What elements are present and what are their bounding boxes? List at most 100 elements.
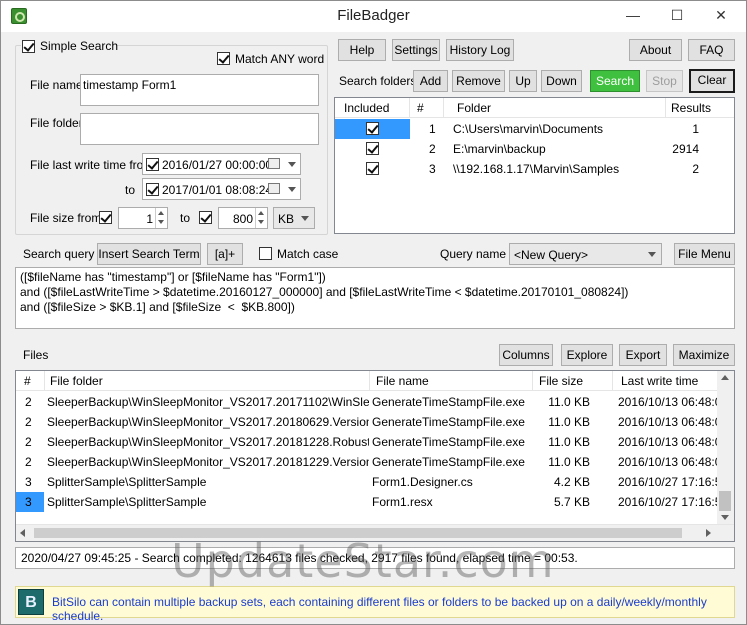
- scroll-right-icon[interactable]: [706, 529, 711, 537]
- included-cell[interactable]: [335, 119, 410, 139]
- file-folder: SleeperBackup\WinSleepMonitor_VS2017.201…: [47, 415, 369, 429]
- write-time-to-checkbox[interactable]: [146, 183, 159, 196]
- about-button[interactable]: About: [629, 39, 682, 61]
- regex-button[interactable]: [a]+: [207, 243, 243, 265]
- file-name-input[interactable]: timestamp Form1: [80, 74, 319, 106]
- files-label: Files: [23, 348, 49, 362]
- remove-folder-button[interactable]: Remove: [452, 70, 505, 92]
- folders-grid-header: Included # Folder Results: [335, 98, 734, 118]
- column-separator: [44, 371, 45, 391]
- column-header[interactable]: #: [417, 101, 424, 115]
- size-from-value: 1: [146, 212, 153, 226]
- file-number-cell[interactable]: 3: [16, 492, 44, 512]
- file-number-cell[interactable]: 2: [16, 412, 44, 432]
- file-number-cell[interactable]: 2: [16, 392, 44, 412]
- faq-button[interactable]: FAQ: [688, 39, 735, 61]
- clear-button[interactable]: Clear: [689, 69, 735, 93]
- write-time-from-checkbox[interactable]: [146, 158, 159, 171]
- included-checkbox[interactable]: [366, 162, 379, 175]
- column-header[interactable]: Included: [344, 101, 389, 115]
- file-row[interactable]: 3 SplitterSample\SplitterSample Form1.resx…: [16, 492, 718, 512]
- calendar-icon: [268, 183, 280, 194]
- file-row[interactable]: 3 SplitterSample\SplitterSample Form1.Desi…: [16, 472, 718, 492]
- chevron-down-icon: [301, 216, 309, 221]
- column-header[interactable]: File folder: [50, 374, 103, 388]
- size-to-input[interactable]: 800: [218, 207, 268, 229]
- file-number-cell[interactable]: 2: [16, 432, 44, 452]
- vertical-scrollbar[interactable]: [717, 371, 734, 524]
- minimize-button[interactable]: —: [611, 1, 655, 31]
- file-row[interactable]: 2 SleeperBackup\WinSleepMonitor_VS2017.20…: [16, 392, 718, 412]
- scroll-up-icon[interactable]: [721, 375, 729, 380]
- write-time-from-picker[interactable]: 2016/01/27 00:00:00: [142, 153, 301, 175]
- help-button[interactable]: Help: [338, 39, 386, 61]
- query-name-select[interactable]: <New Query>: [509, 243, 662, 265]
- size-label: File size from: [30, 211, 102, 225]
- file-number: 2: [25, 455, 32, 469]
- write-time-to-value: 2017/01/01 08:08:24: [162, 183, 273, 197]
- search-button[interactable]: Search: [590, 70, 640, 92]
- scroll-thumb[interactable]: [719, 491, 731, 511]
- file-name: Form1.resx: [372, 495, 433, 509]
- file-name: GenerateTimeStampFile.exe: [372, 455, 525, 469]
- export-button[interactable]: Export: [619, 344, 667, 366]
- close-button[interactable]: ✕: [699, 1, 743, 31]
- columns-button[interactable]: Columns: [499, 344, 553, 366]
- spinner-icon[interactable]: [255, 208, 267, 228]
- tip-text[interactable]: BitSilo can contain multiple backup sets…: [52, 595, 734, 623]
- column-header[interactable]: File size: [539, 374, 583, 388]
- match-case-checkbox[interactable]: [259, 247, 272, 260]
- insert-search-term-button[interactable]: Insert Search Term: [97, 243, 201, 265]
- column-header[interactable]: Last write time: [621, 374, 698, 388]
- history-log-button[interactable]: History Log: [446, 39, 514, 61]
- included-checkbox[interactable]: [366, 142, 379, 155]
- tip-banner[interactable]: B BitSilo can contain multiple backup se…: [15, 586, 735, 623]
- file-folder-input[interactable]: [80, 113, 319, 145]
- spinner-icon[interactable]: [155, 208, 167, 228]
- scroll-left-icon[interactable]: [20, 529, 25, 537]
- calendar-icon: [268, 158, 280, 169]
- folder-row[interactable]: 1 C:\Users\marvin\Documents 1: [335, 119, 734, 139]
- main-window: FileBadger — ☐ ✕ Simple Search Match ANY…: [0, 0, 747, 625]
- file-last-write-time: 2016/10/27 17:16:56: [618, 495, 718, 509]
- included-cell[interactable]: [335, 139, 410, 159]
- scroll-down-icon[interactable]: [721, 515, 729, 520]
- column-separator: [612, 371, 613, 391]
- folder-row[interactable]: 2 E:\marvin\backup 2914: [335, 139, 734, 159]
- size-from-input[interactable]: 1: [118, 207, 168, 229]
- query-textarea[interactable]: ([$fileName has "timestamp"] or [$fileNa…: [15, 267, 735, 329]
- file-size: 11.0 KB: [548, 455, 590, 469]
- size-from-checkbox[interactable]: [99, 211, 112, 224]
- column-header[interactable]: File name: [376, 374, 429, 388]
- file-row[interactable]: 2 SleeperBackup\WinSleepMonitor_VS2017.20…: [16, 452, 718, 472]
- file-row[interactable]: 2 SleeperBackup\WinSleepMonitor_VS2017.20…: [16, 412, 718, 432]
- file-folder-label: File folder: [30, 116, 83, 130]
- folder-row[interactable]: 3 \\192.168.1.17\Marvin\Samples 2: [335, 159, 734, 179]
- column-separator: [369, 371, 370, 391]
- stop-button[interactable]: Stop: [646, 70, 683, 92]
- settings-button[interactable]: Settings: [392, 39, 440, 61]
- match-any-word-checkbox[interactable]: [217, 52, 230, 65]
- write-time-to-picker[interactable]: 2017/01/01 08:08:24: [142, 178, 301, 200]
- maximize-button[interactable]: ☐: [655, 1, 699, 31]
- file-number-cell[interactable]: 2: [16, 452, 44, 472]
- move-up-button[interactable]: Up: [509, 70, 537, 92]
- included-checkbox[interactable]: [366, 122, 379, 135]
- chevron-down-icon: [288, 187, 296, 192]
- move-down-button[interactable]: Down: [541, 70, 582, 92]
- add-folder-button[interactable]: Add: [413, 70, 448, 92]
- size-to-checkbox[interactable]: [199, 211, 212, 224]
- column-header[interactable]: Results: [671, 101, 711, 115]
- size-unit-select[interactable]: KB: [273, 207, 315, 229]
- included-cell[interactable]: [335, 159, 410, 179]
- column-header[interactable]: #: [24, 374, 31, 388]
- file-number: 3: [25, 475, 32, 489]
- file-row[interactable]: 2 SleeperBackup\WinSleepMonitor_VS2017.20…: [16, 432, 718, 452]
- file-menu-button[interactable]: File Menu: [674, 243, 735, 265]
- maximize-files-button[interactable]: Maximize: [673, 344, 735, 366]
- simple-search-checkbox[interactable]: [22, 40, 35, 53]
- column-header[interactable]: Folder: [457, 101, 491, 115]
- explore-button[interactable]: Explore: [561, 344, 613, 366]
- file-name-label: File name: [30, 78, 83, 92]
- file-number-cell[interactable]: 3: [16, 472, 44, 492]
